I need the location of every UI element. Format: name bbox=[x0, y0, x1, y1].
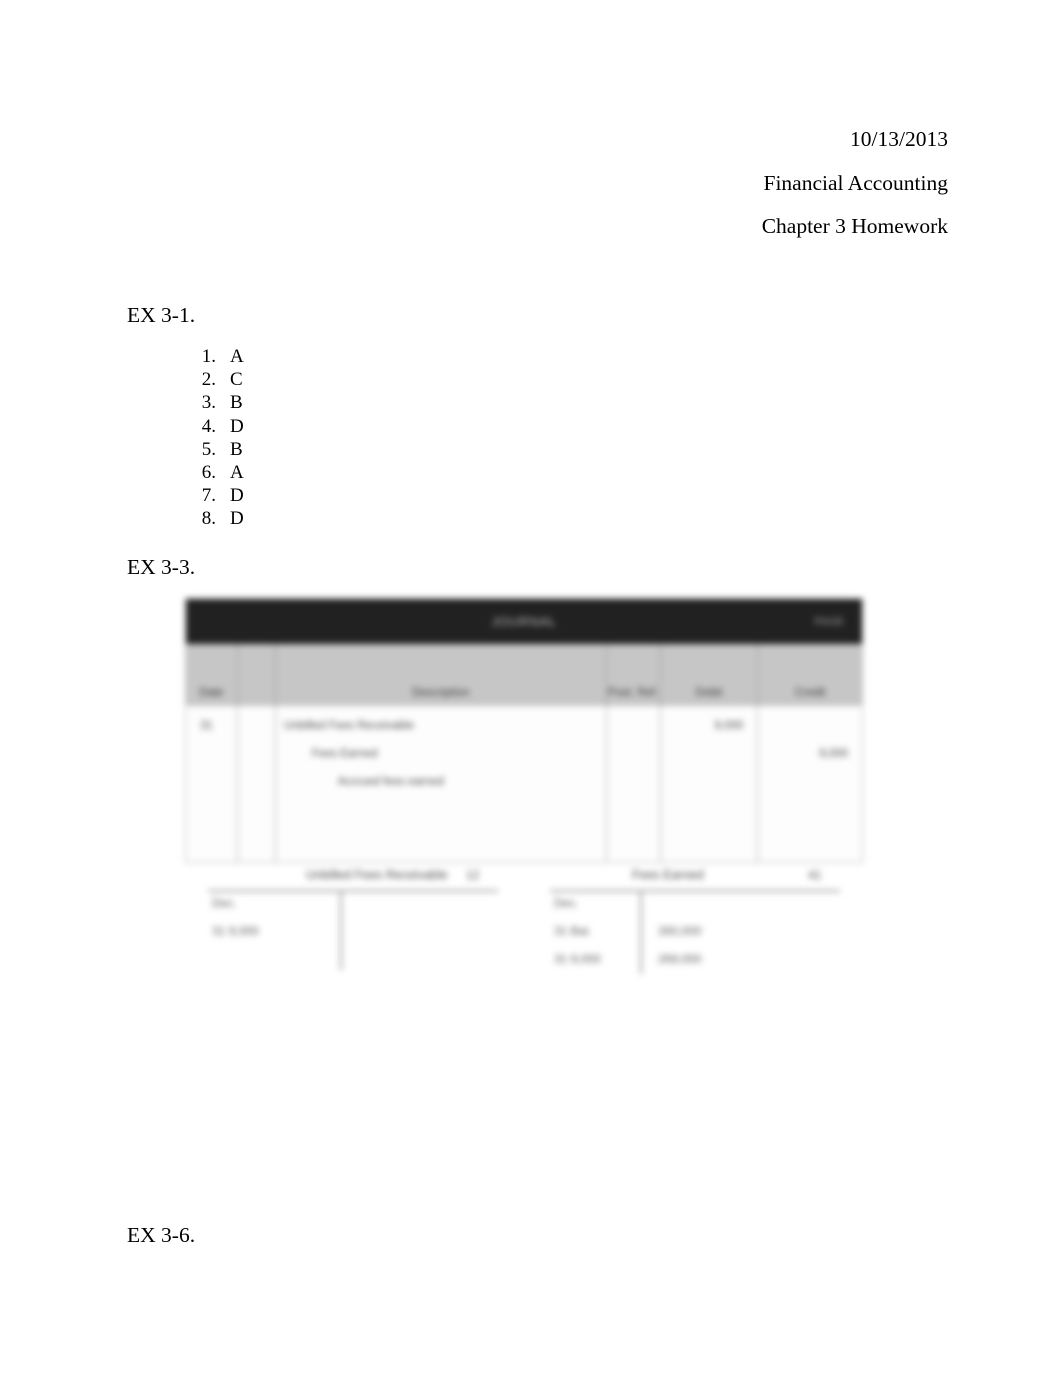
header-date: 10/13/2013 bbox=[850, 127, 948, 151]
list-item-number: 8. bbox=[201, 508, 216, 530]
journal-body: 31 Unbilled Fees Receivable Fees Earned … bbox=[186, 706, 862, 862]
column-header-description: Description bbox=[276, 644, 607, 706]
list-item-answer: C bbox=[230, 369, 243, 391]
t-account-right-entry: 260,000 bbox=[658, 924, 702, 938]
list-item: 6. A bbox=[183, 461, 244, 484]
column-header-debit: Debit bbox=[661, 644, 759, 706]
journal-cell-post-ref bbox=[607, 706, 661, 862]
t-account-title: Unbilled Fees Receivable bbox=[306, 868, 448, 882]
t-account-left-entry: Dec. bbox=[212, 896, 237, 910]
t-account-title: Fees Earned bbox=[632, 868, 704, 882]
journal-banner-page: PAGE bbox=[814, 615, 844, 628]
list-item: 2. C bbox=[183, 368, 244, 391]
t-account-number: 41 bbox=[808, 868, 822, 882]
t-account-divider bbox=[640, 890, 642, 974]
list-item-answer: B bbox=[230, 392, 243, 414]
column-header-spacer bbox=[238, 644, 276, 706]
list-item-answer: A bbox=[230, 346, 244, 367]
column-header-post-ref: Post. Ref. bbox=[607, 644, 661, 706]
document-header: 10/13/2013 Financial Accounting Chapter … bbox=[0, 118, 948, 249]
journal-date-value: 31 bbox=[200, 720, 213, 732]
t-account-unbilled-fees-receivable: Unbilled Fees Receivable 12 Dec. 31 9,00… bbox=[198, 868, 508, 978]
list-item: 3. B bbox=[183, 391, 244, 414]
column-header-date: Date bbox=[186, 644, 238, 706]
list-item: 5. B bbox=[183, 438, 244, 461]
t-account-left-entry: 31 9,000 bbox=[212, 924, 259, 938]
journal-debit-amount: 9,000 bbox=[714, 720, 744, 732]
list-item: 1. A bbox=[183, 345, 244, 368]
t-account-divider bbox=[340, 890, 342, 970]
t-account-top-rule bbox=[208, 890, 498, 892]
t-account-right-entry: 269,000 bbox=[658, 952, 702, 966]
embedded-journal-figure: JOURNAL PAGE Date Description Post. Ref.… bbox=[180, 590, 870, 990]
journal-cell-description: Unbilled Fees Receivable Fees Earned Acc… bbox=[276, 706, 607, 862]
journal-description-line-3: Accrued fees earned bbox=[337, 776, 444, 788]
list-item-number: 5. bbox=[201, 438, 216, 460]
journal-description-line-2: Fees Earned bbox=[311, 748, 378, 760]
header-course: Financial Accounting bbox=[763, 170, 948, 195]
t-account-left-entry: 31 9,000 bbox=[554, 952, 601, 966]
journal-table: JOURNAL PAGE Date Description Post. Ref.… bbox=[185, 598, 863, 863]
header-assignment: Chapter 3 Homework bbox=[761, 214, 948, 238]
blurred-figure-content: JOURNAL PAGE Date Description Post. Ref.… bbox=[180, 590, 870, 990]
list-item-number: 4. bbox=[201, 415, 216, 437]
list-item-number: 1. bbox=[201, 346, 216, 367]
journal-banner-title: JOURNAL bbox=[491, 614, 557, 629]
t-account-top-rule bbox=[550, 890, 840, 892]
journal-cell-date: 31 bbox=[186, 706, 238, 862]
journal-description-line-1: Unbilled Fees Receivable bbox=[283, 720, 415, 732]
journal-cell-debit: 9,000 bbox=[661, 706, 759, 862]
t-account-fees-earned: Fees Earned 41 Dec. 31 Bal. 31 9,000 260… bbox=[540, 868, 860, 978]
list-item-answer: A bbox=[230, 461, 244, 483]
journal-cell-spacer bbox=[238, 706, 276, 862]
t-account-left-entry: Dec. bbox=[554, 896, 579, 910]
column-header-credit: Credit bbox=[794, 687, 826, 699]
answer-list-ex-3-1: 1. A 2. C 3. B 4. D 5. B 6. A 7. D 8. D bbox=[183, 345, 244, 531]
t-account-left-entry: 31 Bal. bbox=[554, 924, 592, 938]
list-item-answer: D bbox=[230, 508, 244, 530]
section-label-ex-3-6: EX 3-6. bbox=[127, 1223, 196, 1247]
list-item-answer: B bbox=[230, 438, 243, 460]
list-item-number: 6. bbox=[201, 461, 216, 483]
document-page: 10/13/2013 Financial Accounting Chapter … bbox=[0, 0, 1062, 1377]
t-account-number: 12 bbox=[466, 868, 480, 882]
list-item: 7. D bbox=[183, 484, 244, 507]
list-item-number: 7. bbox=[201, 485, 216, 507]
list-item: 8. D bbox=[183, 507, 244, 530]
list-item-number: 2. bbox=[201, 369, 216, 391]
list-item-number: 3. bbox=[201, 392, 216, 414]
journal-credit-amount: 9,000 bbox=[819, 748, 848, 760]
list-item-answer: D bbox=[230, 485, 244, 507]
journal-banner: JOURNAL PAGE bbox=[186, 599, 862, 644]
section-label-ex-3-1: EX 3-1. bbox=[127, 303, 196, 327]
journal-cell-credit: 9,000 bbox=[758, 706, 862, 862]
section-label-ex-3-3: EX 3-3. bbox=[127, 555, 196, 579]
journal-header-row: Date Description Post. Ref. Debit Credit bbox=[186, 644, 862, 706]
list-item-answer: D bbox=[230, 415, 244, 437]
list-item: 4. D bbox=[183, 415, 244, 438]
